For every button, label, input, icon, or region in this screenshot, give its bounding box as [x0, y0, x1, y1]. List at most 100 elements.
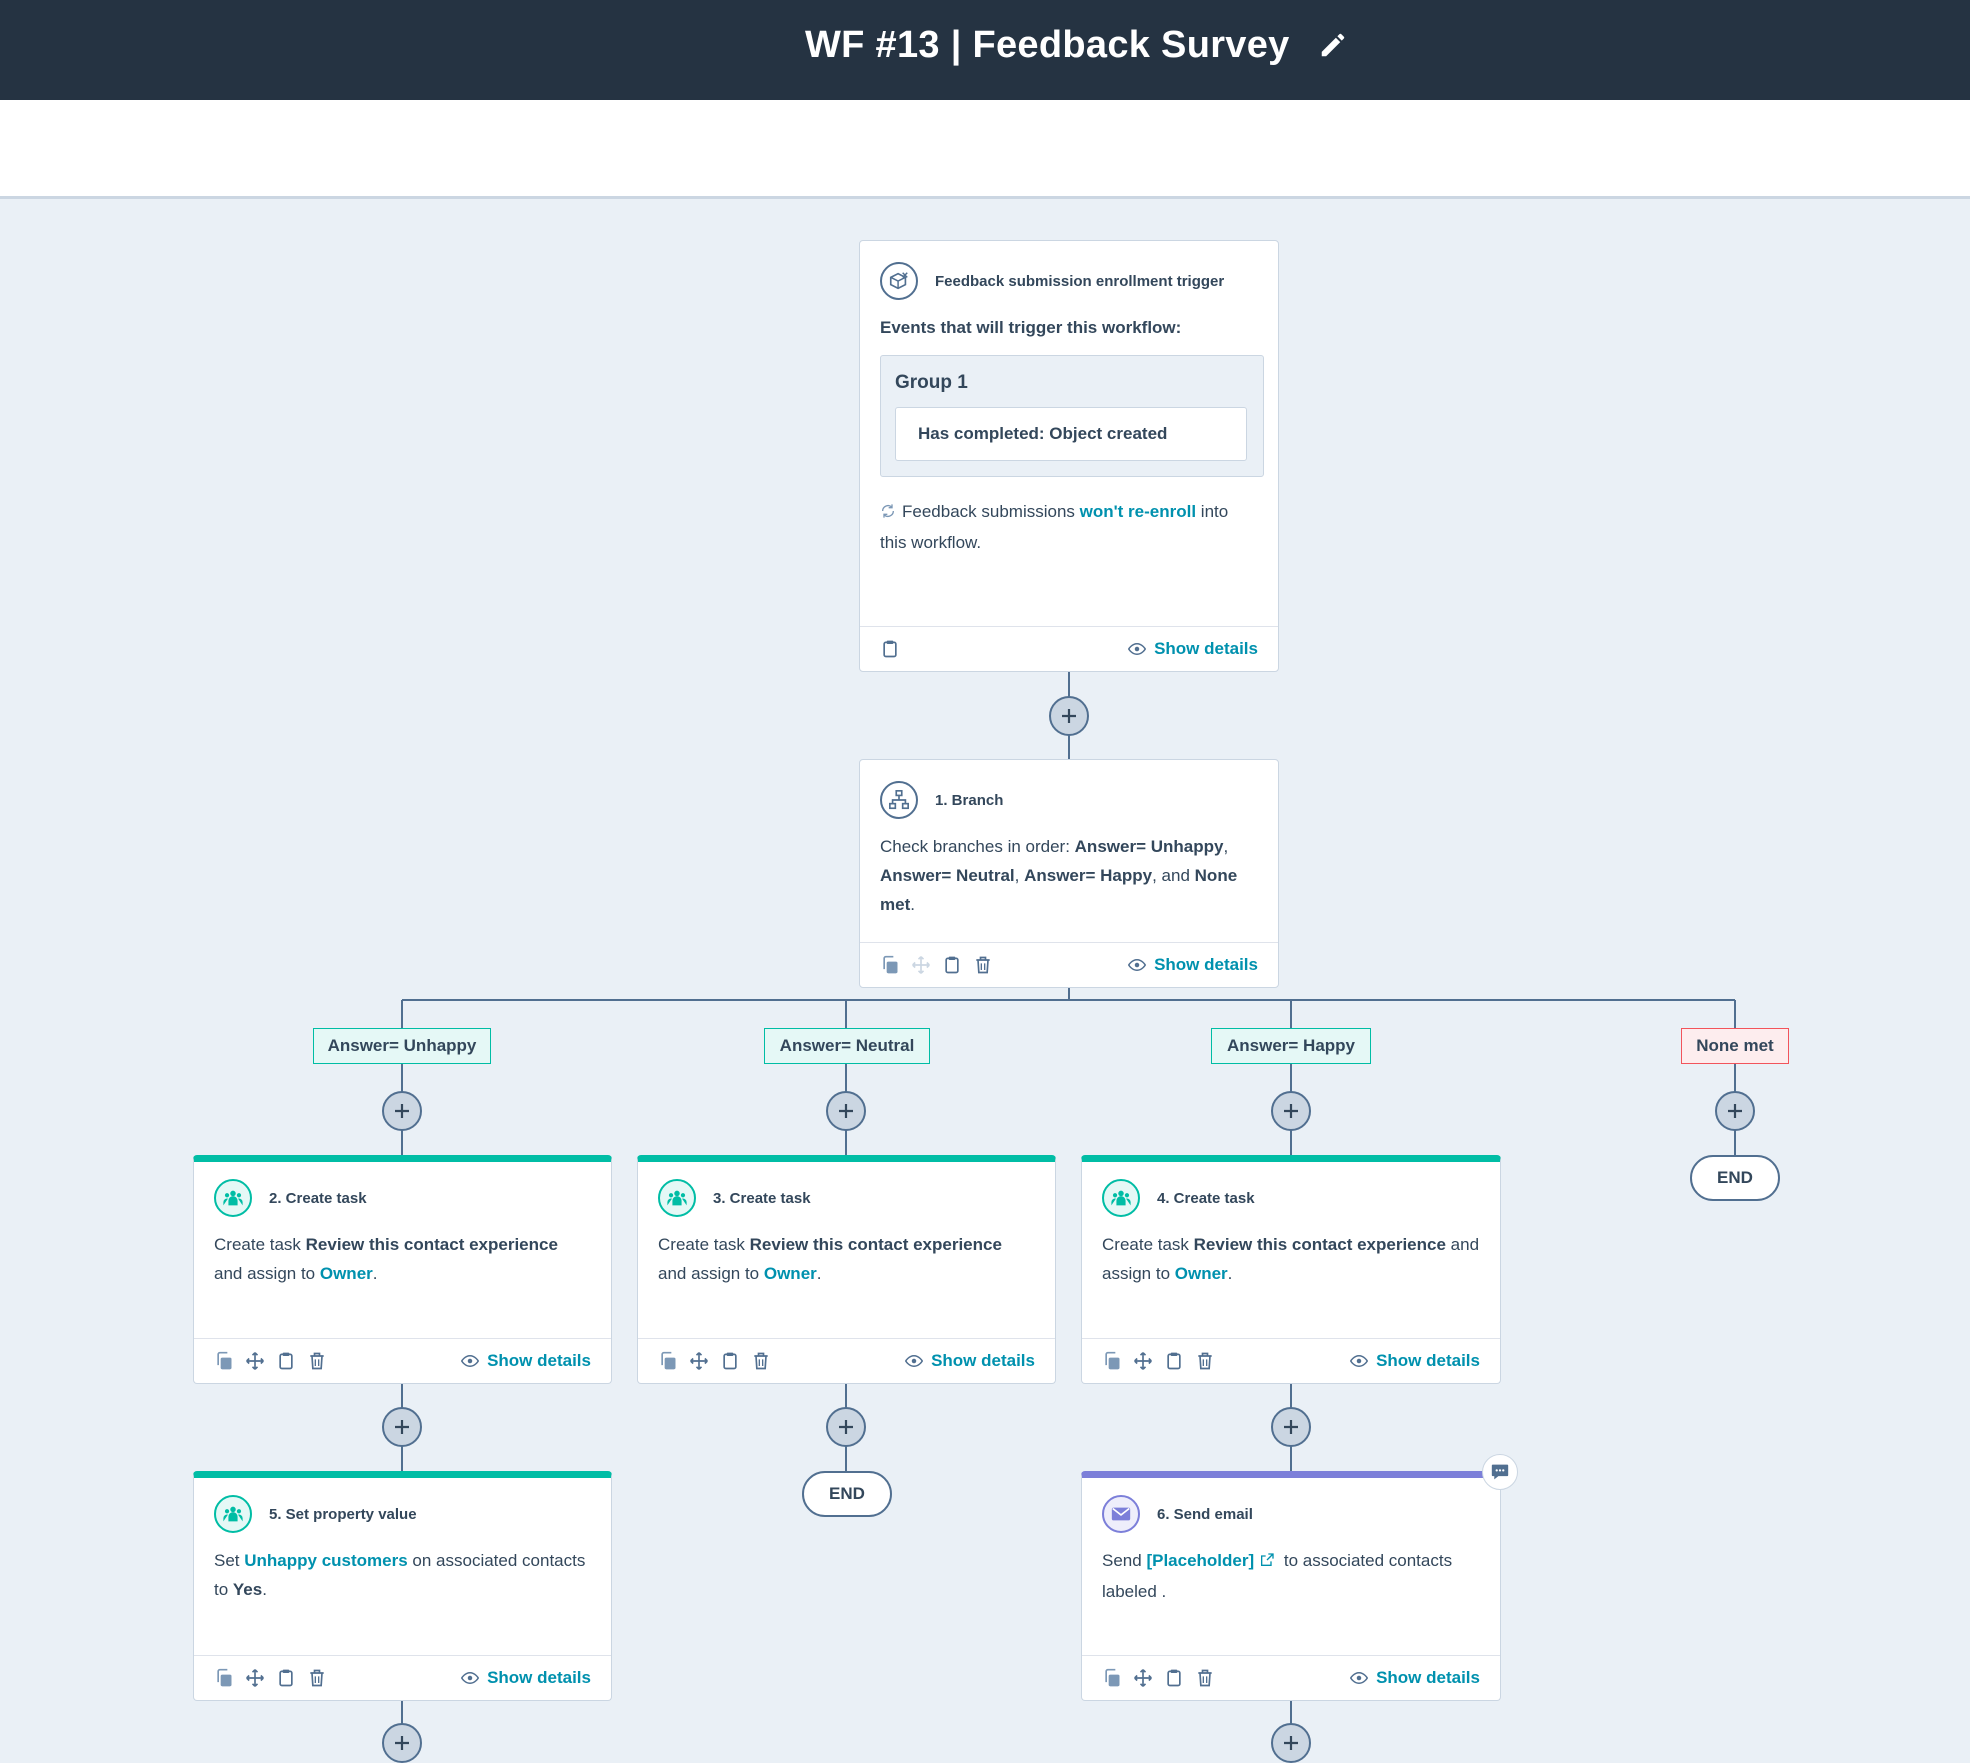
- workflow-title[interactable]: WF #13 | Feedback Survey: [805, 24, 1290, 67]
- copy-icon[interactable]: [880, 955, 900, 975]
- copy-icon[interactable]: [1102, 1668, 1122, 1688]
- group-condition[interactable]: Has completed: Object created: [895, 407, 1247, 461]
- eye-icon: [905, 1354, 924, 1368]
- copy-icon[interactable]: [1102, 1351, 1122, 1371]
- copy-icon[interactable]: [658, 1351, 678, 1371]
- eye-icon: [461, 1671, 480, 1685]
- branch-card[interactable]: 1. Branch Check branches in order: Answe…: [859, 759, 1279, 988]
- copy-icon[interactable]: [214, 1668, 234, 1688]
- clipboard-icon[interactable]: [276, 1351, 296, 1371]
- show-details-button[interactable]: Show details: [1128, 955, 1258, 975]
- move-icon[interactable]: [911, 955, 931, 975]
- move-icon[interactable]: [245, 1668, 265, 1688]
- task-description: Create task Review this contact experien…: [214, 1235, 558, 1283]
- send-email-card[interactable]: 6. Send email Send [Placeholder] to asso…: [1081, 1471, 1501, 1701]
- clipboard-icon[interactable]: [1164, 1668, 1184, 1688]
- show-details-button[interactable]: Show details: [1350, 1668, 1480, 1688]
- clipboard-icon[interactable]: [276, 1668, 296, 1688]
- task-footer: Show details: [194, 1338, 611, 1383]
- copy-icon[interactable]: [214, 1351, 234, 1371]
- end-node: END: [802, 1471, 892, 1517]
- show-details-button[interactable]: Show details: [905, 1351, 1035, 1371]
- branch-label-happy[interactable]: Answer= Happy: [1211, 1028, 1371, 1064]
- add-action-button[interactable]: [1715, 1091, 1755, 1131]
- pencil-icon[interactable]: [1318, 30, 1348, 60]
- add-action-button[interactable]: [1271, 1091, 1311, 1131]
- eye-icon: [1128, 958, 1147, 972]
- clipboard-icon[interactable]: [942, 955, 962, 975]
- property-footer: Show details: [194, 1655, 611, 1700]
- trigger-card[interactable]: Feedback submission enrollment trigger E…: [859, 240, 1279, 672]
- clipboard-icon[interactable]: [880, 639, 900, 659]
- plus-icon: [395, 1736, 409, 1750]
- trash-icon[interactable]: [1195, 1351, 1215, 1371]
- add-action-button[interactable]: [382, 1723, 422, 1763]
- branch-description: Check branches in order: Answer= Unhappy…: [880, 837, 1238, 914]
- task-footer: Show details: [638, 1338, 1055, 1383]
- move-icon[interactable]: [689, 1351, 709, 1371]
- events-label: Events that will trigger this workflow:: [880, 318, 1182, 337]
- email-link[interactable]: [Placeholder]: [1146, 1551, 1254, 1570]
- trash-icon[interactable]: [307, 1351, 327, 1371]
- task-card-3[interactable]: 3. Create task Create task Review this c…: [637, 1155, 1056, 1384]
- task-card-2[interactable]: 2. Create task Create task Review this c…: [193, 1155, 612, 1384]
- trash-icon[interactable]: [973, 955, 993, 975]
- move-icon[interactable]: [245, 1351, 265, 1371]
- people-icon: [214, 1495, 252, 1533]
- task-description: Create task Review this contact experien…: [658, 1235, 1002, 1283]
- task-title: 3. Create task: [713, 1189, 811, 1207]
- trash-icon[interactable]: [751, 1351, 771, 1371]
- branch-title: 1. Branch: [935, 791, 1004, 809]
- email-title: 6. Send email: [1157, 1505, 1253, 1523]
- clipboard-icon[interactable]: [720, 1351, 740, 1371]
- branch-label-unhappy[interactable]: Answer= Unhappy: [313, 1028, 491, 1064]
- group-title: Group 1: [895, 372, 968, 393]
- move-icon[interactable]: [1133, 1668, 1153, 1688]
- task-card-4[interactable]: 4. Create task Create task Review this c…: [1081, 1155, 1501, 1384]
- move-icon[interactable]: [1133, 1351, 1153, 1371]
- add-action-button[interactable]: [826, 1091, 866, 1131]
- add-action-button[interactable]: [382, 1407, 422, 1447]
- task-title: 4. Create task: [1157, 1189, 1255, 1207]
- trigger-group: Group 1 Has completed: Object created: [880, 355, 1264, 477]
- people-icon: [658, 1179, 696, 1217]
- eye-icon: [461, 1354, 480, 1368]
- plus-icon: [395, 1420, 409, 1434]
- refresh-icon: [880, 499, 896, 528]
- plus-icon: [1062, 709, 1076, 723]
- trash-icon[interactable]: [1195, 1668, 1215, 1688]
- plus-icon: [839, 1104, 853, 1118]
- branch-label-neutral[interactable]: Answer= Neutral: [764, 1028, 930, 1064]
- add-action-button[interactable]: [826, 1407, 866, 1447]
- workflow-canvas[interactable]: Feedback submission enrollment trigger E…: [0, 199, 1970, 1763]
- external-link-icon[interactable]: [1259, 1548, 1275, 1577]
- property-title: 5. Set property value: [269, 1505, 417, 1523]
- eye-icon: [1350, 1354, 1369, 1368]
- set-property-card[interactable]: 5. Set property value Set Unhappy custom…: [193, 1471, 612, 1701]
- add-action-button[interactable]: [1271, 1407, 1311, 1447]
- plus-icon: [1284, 1420, 1298, 1434]
- show-details-button[interactable]: Show details: [461, 1351, 591, 1371]
- reenroll-link[interactable]: won't re-enroll: [1080, 502, 1196, 521]
- clipboard-icon[interactable]: [1164, 1351, 1184, 1371]
- plus-icon: [1728, 1104, 1742, 1118]
- show-details-button[interactable]: Show details: [1350, 1351, 1480, 1371]
- trash-icon[interactable]: [307, 1668, 327, 1688]
- email-footer: Show details: [1082, 1655, 1500, 1700]
- envelope-icon: [1102, 1495, 1140, 1533]
- branch-footer: Show details: [860, 942, 1278, 987]
- show-details-button[interactable]: Show details: [1128, 639, 1258, 659]
- feedback-icon: [880, 262, 918, 300]
- add-action-button[interactable]: [1271, 1723, 1311, 1763]
- show-details-button[interactable]: Show details: [461, 1668, 591, 1688]
- reenroll-note: Feedback submissions won't re-enroll int…: [880, 497, 1258, 557]
- add-action-button[interactable]: [1049, 696, 1089, 736]
- task-description: Create task Review this contact experien…: [1102, 1235, 1480, 1283]
- add-action-button[interactable]: [382, 1091, 422, 1131]
- comment-icon[interactable]: [1482, 1454, 1518, 1490]
- property-description: Set Unhappy customers on associated cont…: [214, 1551, 586, 1599]
- branch-label-none-met[interactable]: None met: [1681, 1028, 1789, 1064]
- eye-icon: [1128, 642, 1147, 656]
- task-title: 2. Create task: [269, 1189, 367, 1207]
- toolbar: [0, 100, 1970, 199]
